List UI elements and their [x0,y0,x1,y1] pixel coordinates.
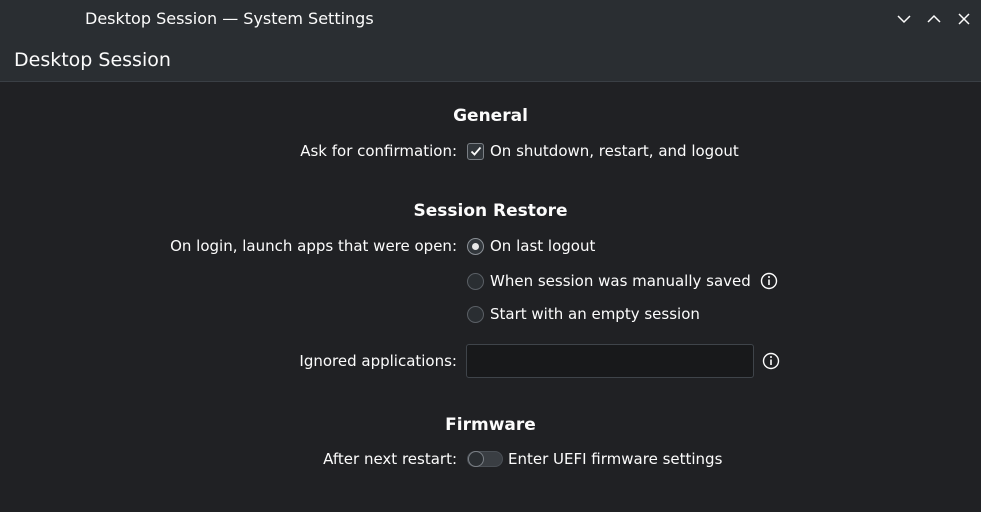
confirmation-option-label: On shutdown, restart, and logout [490,142,739,160]
ignored-apps-input[interactable] [466,344,754,378]
empty-session-row: Start with an empty session [0,302,981,326]
radio-button[interactable] [467,305,484,323]
launch-apps-row: On login, launch apps that were open: On… [0,234,981,258]
radio-empty-session[interactable]: Start with an empty session [467,302,700,326]
radio-button[interactable] [467,272,484,290]
checkbox-box[interactable] [467,142,484,160]
chevron-down-icon [897,15,911,24]
page-title: Desktop Session [14,49,171,71]
radio-button-checked[interactable] [467,237,484,255]
radio-manually-saved[interactable]: When session was manually saved [467,269,778,293]
checkmark-icon [470,146,481,156]
confirmation-label: Ask for confirmation: [300,142,457,160]
page-header: Desktop Session [0,38,981,82]
ignored-apps-label: Ignored applications: [299,352,457,370]
uefi-toggle[interactable]: Enter UEFI firmware settings [467,447,722,471]
after-restart-label: After next restart: [323,450,457,468]
launch-apps-label: On login, launch apps that were open: [170,237,457,255]
settings-window: Desktop Session — System Settings Deskto… [0,0,981,512]
confirmation-row: Ask for confirmation: On shutdown, resta… [0,139,981,163]
firmware-heading: Firmware [445,415,536,435]
maximize-button[interactable] [923,8,945,30]
info-icon[interactable] [762,352,780,370]
session-restore-heading: Session Restore [413,201,568,221]
confirmation-checkbox[interactable]: On shutdown, restart, and logout [467,139,739,163]
toggle-switch[interactable] [467,451,503,467]
radio-last-logout[interactable]: On last logout [467,234,595,258]
chevron-up-icon [927,14,941,23]
manual-save-row: When session was manually saved [0,269,981,293]
general-heading: General [453,106,528,126]
close-button[interactable] [953,8,975,30]
window-title: Desktop Session — System Settings [85,9,374,28]
firmware-row: After next restart: Enter UEFI firmware … [0,447,981,471]
close-icon [958,13,970,25]
ignored-apps-row: Ignored applications: [0,344,981,380]
uefi-option-label: Enter UEFI firmware settings [508,450,723,468]
info-icon[interactable] [760,272,778,290]
settings-content: General Ask for confirmation: On shutdow… [0,83,981,512]
title-bar[interactable]: Desktop Session — System Settings [0,0,981,38]
radio-label: Start with an empty session [490,305,700,323]
minimize-button[interactable] [893,8,915,30]
radio-label: On last logout [490,237,596,255]
radio-label: When session was manually saved [490,272,751,290]
